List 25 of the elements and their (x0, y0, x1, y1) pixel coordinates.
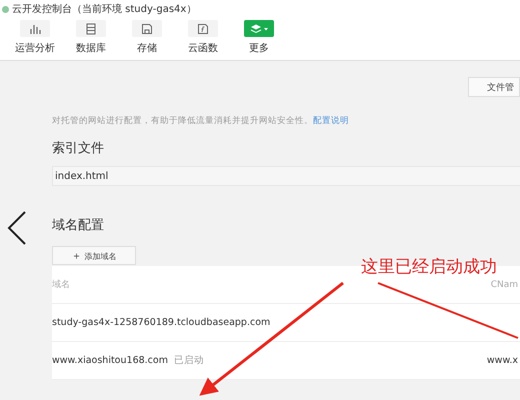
function-icon (197, 22, 209, 34)
column-header: 域名 (52, 278, 70, 291)
file-manager-button[interactable]: 文件管 (468, 77, 520, 97)
description-text: 对托管的网站进行配置，有助于降低流量消耗并提升网站安全性。配置说明 (52, 115, 350, 127)
column-header: CNam (490, 280, 518, 290)
status-text: 已启动 (174, 354, 204, 367)
domain-cell: study-gas4x-1258760189.tcloudbaseapp.com (52, 317, 270, 328)
toolbar-button[interactable]: 更多 (237, 18, 281, 60)
app-icon (2, 6, 9, 12)
add-domain-button[interactable]: ＋ 添加域名 (52, 246, 136, 265)
toolbar-button[interactable]: 运营分析 (13, 18, 57, 60)
section-heading: 域名配置 (52, 217, 105, 234)
toolbar-button[interactable]: 云函数 (181, 18, 225, 60)
section-heading: 索引文件 (52, 140, 105, 157)
window-title: 云开发控制台（当前环境 study-gas4x） (12, 2, 196, 16)
back-chevron-icon[interactable] (6, 210, 28, 246)
domain-cell: www.xiaoshitou168.com (52, 355, 168, 366)
layers-caret-icon (249, 22, 269, 34)
toolbar-button[interactable]: 数据库 (69, 18, 113, 60)
index-file-field[interactable]: index.html (52, 166, 520, 186)
list-icon (85, 22, 97, 34)
toolbar-button[interactable]: 存储 (125, 18, 169, 60)
annotation-text: 这里已经启动成功 (361, 256, 497, 278)
cname-cell: www.x (486, 355, 518, 366)
bar-chart-icon (29, 22, 41, 34)
